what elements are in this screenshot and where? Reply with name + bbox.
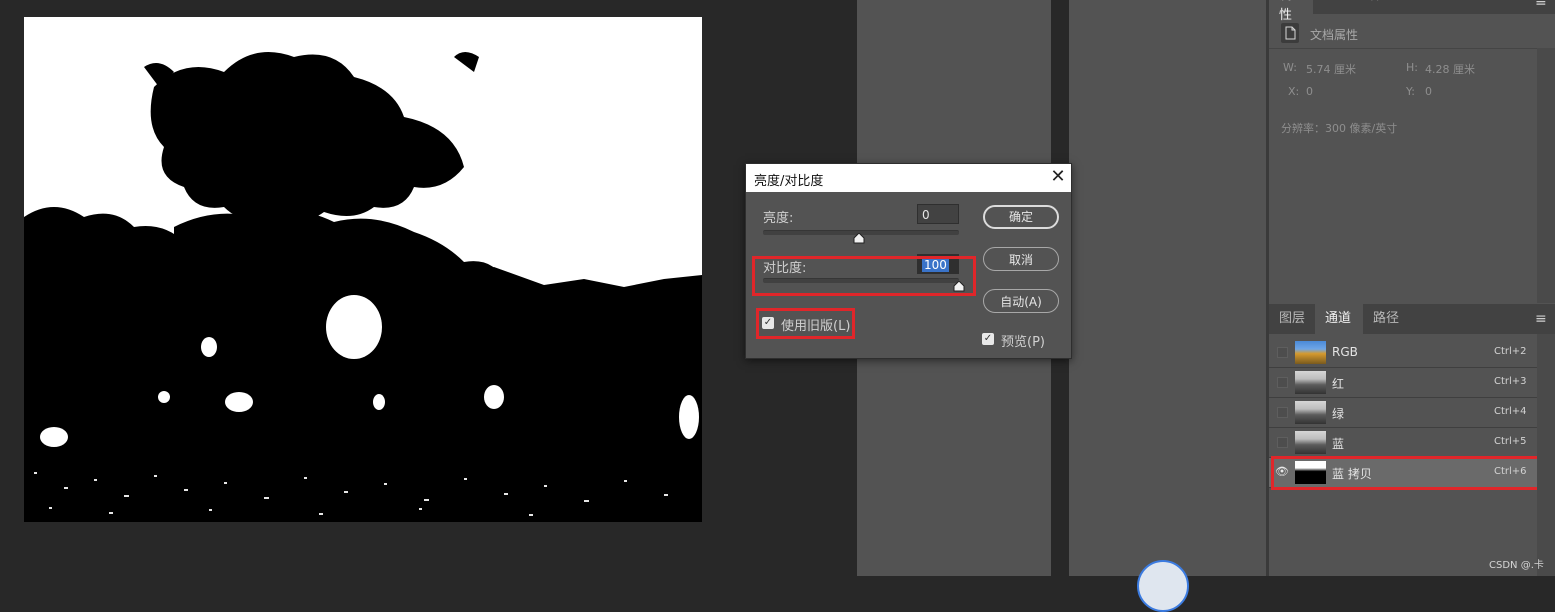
channel-name: 红 (1332, 377, 1345, 391)
channel-highlight-box (1271, 456, 1541, 490)
tab-paths[interactable]: 路径 (1363, 304, 1409, 334)
close-icon[interactable]: ✕ (1048, 167, 1068, 187)
channel-row[interactable]: RGB Ctrl+2 (1269, 338, 1537, 368)
ok-button[interactable]: 确定 (983, 205, 1059, 229)
panel-menu-icon[interactable]: ≡ (1535, 0, 1547, 10)
channels-tabbar: 图层 通道 路径 ≡ (1269, 304, 1555, 334)
x-value: 0 (1306, 85, 1313, 98)
height-value: 4.28 厘米 (1425, 63, 1475, 76)
resolution-text: 分辨率：300 像素/英寸 (1281, 122, 1398, 135)
channel-thumbnail (1295, 341, 1326, 364)
channel-row[interactable]: 蓝 Ctrl+5 (1269, 428, 1537, 458)
channel-name: 绿 (1332, 407, 1345, 421)
channel-name: 蓝 (1332, 437, 1345, 451)
channels-menu-icon[interactable]: ≡ (1535, 311, 1547, 327)
tree-silhouette-image (24, 17, 702, 522)
brightness-label: 亮度: (763, 211, 794, 226)
auto-button[interactable]: 自动(A) (983, 289, 1059, 313)
properties-scrollbar[interactable] (1537, 48, 1555, 303)
channel-shortcut: Ctrl+3 (1494, 376, 1527, 387)
tab-properties[interactable]: 属性 (1269, 0, 1313, 23)
channels-scrollbar[interactable] (1537, 334, 1555, 576)
dialog-title: 亮度/对比度 (754, 174, 824, 189)
divider (1269, 48, 1537, 49)
tab-adjustments[interactable]: 调整 (1313, 0, 1359, 14)
channel-shortcut: Ctrl+4 (1494, 406, 1527, 417)
document-canvas[interactable] (24, 17, 702, 522)
channel-thumbnail (1295, 371, 1326, 394)
visibility-toggle[interactable] (1277, 407, 1288, 418)
cancel-button[interactable]: 取消 (983, 247, 1059, 271)
preview-checkbox[interactable]: ✓ (982, 333, 994, 345)
visibility-toggle[interactable] (1277, 437, 1288, 448)
width-value: 5.74 厘米 (1306, 63, 1356, 76)
visibility-toggle[interactable] (1277, 377, 1288, 388)
channel-thumbnail (1295, 431, 1326, 454)
document-icon (1281, 23, 1299, 43)
right-panel: 属性 调整 样式 ≡ 文档属性 W: 5.74 厘米 H: 4.28 厘米 X:… (1269, 0, 1555, 576)
channel-name: RGB (1332, 345, 1358, 359)
floating-circle-icon[interactable] (1137, 560, 1189, 612)
channel-thumbnail (1295, 401, 1326, 424)
height-label: H: (1406, 61, 1418, 74)
brightness-contrast-dialog: 亮度/对比度 ✕ 亮度: 0 对比度: 100 ✓ 使用旧版(L) 确定 取消 … (745, 163, 1072, 359)
width-label: W: (1283, 61, 1297, 74)
tab-layers[interactable]: 图层 (1269, 304, 1315, 334)
workspace-panel-secondary (1069, 0, 1268, 576)
brightness-input[interactable]: 0 (917, 204, 959, 224)
contrast-highlight-box (752, 256, 976, 296)
channel-list: RGB Ctrl+2 红 Ctrl+3 绿 Ctrl+4 蓝 Ctrl+5 👁 蓝 拷贝 Ctrl+… (1269, 338, 1541, 498)
channel-shortcut: Ctrl+2 (1494, 346, 1527, 357)
visibility-toggle[interactable] (1277, 347, 1288, 358)
tab-channels[interactable]: 通道 (1315, 304, 1363, 334)
properties-tabbar: 属性 调整 样式 ≡ (1269, 0, 1555, 23)
channel-row[interactable]: 绿 Ctrl+4 (1269, 398, 1537, 428)
y-value: 0 (1425, 85, 1432, 98)
channel-row[interactable]: 红 Ctrl+3 (1269, 368, 1537, 398)
legacy-highlight-box (756, 308, 855, 339)
channel-shortcut: Ctrl+5 (1494, 436, 1527, 447)
x-label: X: (1288, 85, 1300, 98)
dialog-titlebar[interactable]: 亮度/对比度 ✕ (746, 164, 1071, 192)
section-title: 文档属性 (1310, 28, 1359, 42)
y-label: Y: (1406, 85, 1415, 98)
watermark-text: CSDN @.卡 (1489, 560, 1544, 571)
tab-styles[interactable]: 样式 (1359, 0, 1405, 14)
preview-label[interactable]: 预览(P) (1001, 331, 1045, 350)
